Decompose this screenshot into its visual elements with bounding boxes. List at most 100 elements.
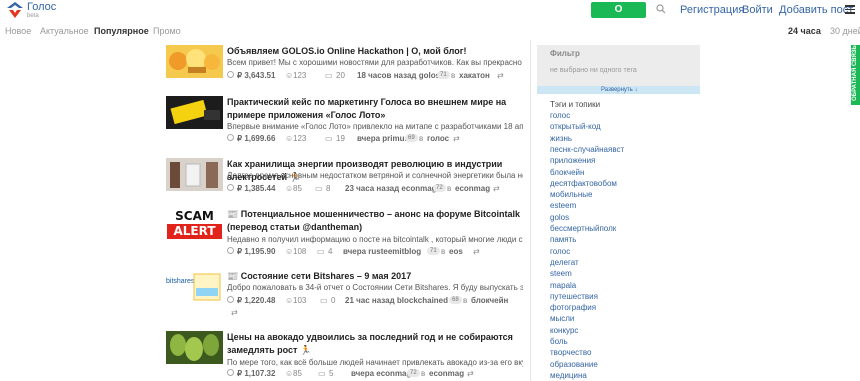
tag-link[interactable]: песнк-случайнаявст [550,145,624,155]
tag-link[interactable]: делегат [550,258,579,268]
tag-link[interactable]: steem [550,269,572,279]
tab-24h[interactable]: 24 часа [788,26,821,36]
voters-count[interactable]: 103 [293,296,306,306]
tag-link[interactable]: образование [550,360,598,370]
upvote-icon[interactable] [227,296,234,303]
post-time-author[interactable]: вчера econmag [351,369,411,379]
tab-popular[interactable]: Популярное [94,26,149,36]
post-item[interactable]: bitshares 📰 Состояние сети Bitshares – 9… [166,270,526,317]
tag-link[interactable]: десятфактовобом [550,179,617,189]
post-payout[interactable]: ₽ 1,699.66 [237,134,275,144]
post-payout[interactable]: ₽ 3,643.51 [237,71,275,81]
post-time-author[interactable]: 23 часа назад econmag [345,184,437,194]
add-post-link[interactable]: Добавить пост [779,4,853,16]
expand-filter-button[interactable]: Развернуть ↓ [601,86,637,94]
post-thumbnail[interactable] [166,45,223,78]
menu-icon[interactable] [845,5,855,14]
reblog-icon[interactable]: ⇄ [231,308,238,318]
tag-link[interactable]: конкурс [550,326,578,336]
tag-link[interactable]: жизнь [550,134,572,144]
post-item[interactable]: Цены на авокадо удвоились за последний г… [166,331,526,378]
brand[interactable]: Голос beta [27,2,56,20]
comments-count[interactable]: 8 [326,184,330,194]
tag-link[interactable]: фотография [550,303,596,313]
post-title[interactable]: 📰 Состояние сети Bitshares – 9 мая 2017 [227,270,523,283]
feedback-tab[interactable]: ОБРАТНАЯ СВЯЗЬ [851,45,860,105]
post-category[interactable]: eos [449,247,463,257]
comments-count[interactable]: 4 [328,247,332,257]
reblog-icon[interactable]: ⇄ [467,369,474,379]
golos-logo-icon[interactable] [5,1,25,19]
post-category[interactable]: econmag [455,184,490,194]
tag-link[interactable]: бессмертныйполк [550,224,616,234]
post-title[interactable]: Цены на авокадо удвоились за последний г… [227,331,523,357]
tag-link[interactable]: голос [550,111,570,121]
comments-count[interactable]: 5 [329,369,333,379]
voters-count[interactable]: 123 [293,71,306,81]
tab-30d[interactable]: 30 дней [830,26,860,36]
comments-count[interactable]: 20 [336,71,345,81]
login-link[interactable]: Войти [742,4,773,16]
tag-link[interactable]: медицина [550,371,587,381]
post-payout[interactable]: ₽ 1,195.90 [237,247,275,257]
tag-link[interactable]: голос [550,247,570,257]
tag-link[interactable]: творчество [550,348,591,358]
post-payout[interactable]: ₽ 1,385.44 [237,184,275,194]
reblog-icon[interactable]: ⇄ [473,247,480,257]
reblog-icon[interactable]: ⇄ [493,184,500,194]
tag-link[interactable]: esteem [550,201,576,211]
tag-link[interactable]: мобильные [550,190,592,200]
post-category[interactable]: голос [427,134,449,144]
post-category[interactable]: блокчейн [471,296,508,306]
post-time-author[interactable]: 18 часов назад golos [357,71,440,81]
comments-count[interactable]: 0 [331,296,335,306]
tag-link[interactable]: боль [550,337,568,347]
tag-link[interactable]: mapala [550,281,576,291]
post-time-author[interactable]: вчера primus [357,134,409,144]
register-link[interactable]: Регистрация [680,4,744,16]
tag-link[interactable]: путешествия [550,292,598,302]
post-title[interactable]: Практический кейс по маркетингу Голоса в… [227,96,523,122]
upvote-icon[interactable] [227,134,234,141]
post-title[interactable]: 📰 Потенциальное мошенничество – анонс на… [227,208,523,234]
post-thumbnail[interactable] [166,331,223,364]
post-thumbnail[interactable]: bitshares [166,270,223,303]
post-item[interactable]: Объявляем GOLOS.io Online Hackathon | О,… [166,45,526,81]
reblog-icon[interactable]: ⇄ [453,134,460,144]
voters-count[interactable]: 85 [293,184,302,194]
post-category[interactable]: хакатон [459,71,490,81]
post-time-author[interactable]: вчера rusteemitblog [343,247,421,257]
post-thumbnail[interactable]: SCAM ALERT [166,208,223,241]
post-payout[interactable]: ₽ 1,220.48 [237,296,275,306]
tag-link[interactable]: мысли [550,314,574,324]
post-category[interactable]: econmag [429,369,464,379]
post-time-author[interactable]: 21 час назад blockchained [345,296,448,306]
post-item[interactable]: Практический кейс по маркетингу Голоса в… [166,96,526,143]
voters-count[interactable]: 85 [293,369,302,379]
post-item[interactable]: SCAM ALERT 📰 Потенциальное мошенничество… [166,208,526,256]
expand-filter-bar[interactable]: Развернуть ↓ [537,86,700,94]
tab-actual[interactable]: Актуальное [40,26,89,36]
reblog-icon[interactable]: ⇄ [497,71,504,81]
tag-link[interactable]: приложения [550,156,595,166]
search-icon[interactable] [656,4,666,14]
tab-new[interactable]: Новое [5,26,31,36]
about-button[interactable]: О ПРОЕКТЕ [591,2,646,31]
comments-count[interactable]: 19 [336,134,345,144]
post-payout[interactable]: ₽ 1,107.32 [237,369,275,379]
post-thumbnail[interactable] [166,158,223,191]
upvote-icon[interactable] [227,369,234,376]
tag-link[interactable]: golos [550,213,569,223]
tag-link[interactable]: память [550,235,576,245]
tag-link[interactable]: блокчейн [550,168,584,178]
post-title[interactable]: Объявляем GOLOS.io Online Hackathon | О,… [227,45,523,58]
post-item[interactable]: Как хранилища энергии производят революц… [166,158,526,194]
voters-count[interactable]: 108 [293,247,306,257]
upvote-icon[interactable] [227,247,234,254]
tab-promo[interactable]: Промо [153,26,181,36]
post-thumbnail[interactable] [166,96,223,129]
upvote-icon[interactable] [227,184,234,191]
voters-count[interactable]: 123 [293,134,306,144]
upvote-icon[interactable] [227,71,234,78]
tag-link[interactable]: открытый-код [550,122,601,132]
